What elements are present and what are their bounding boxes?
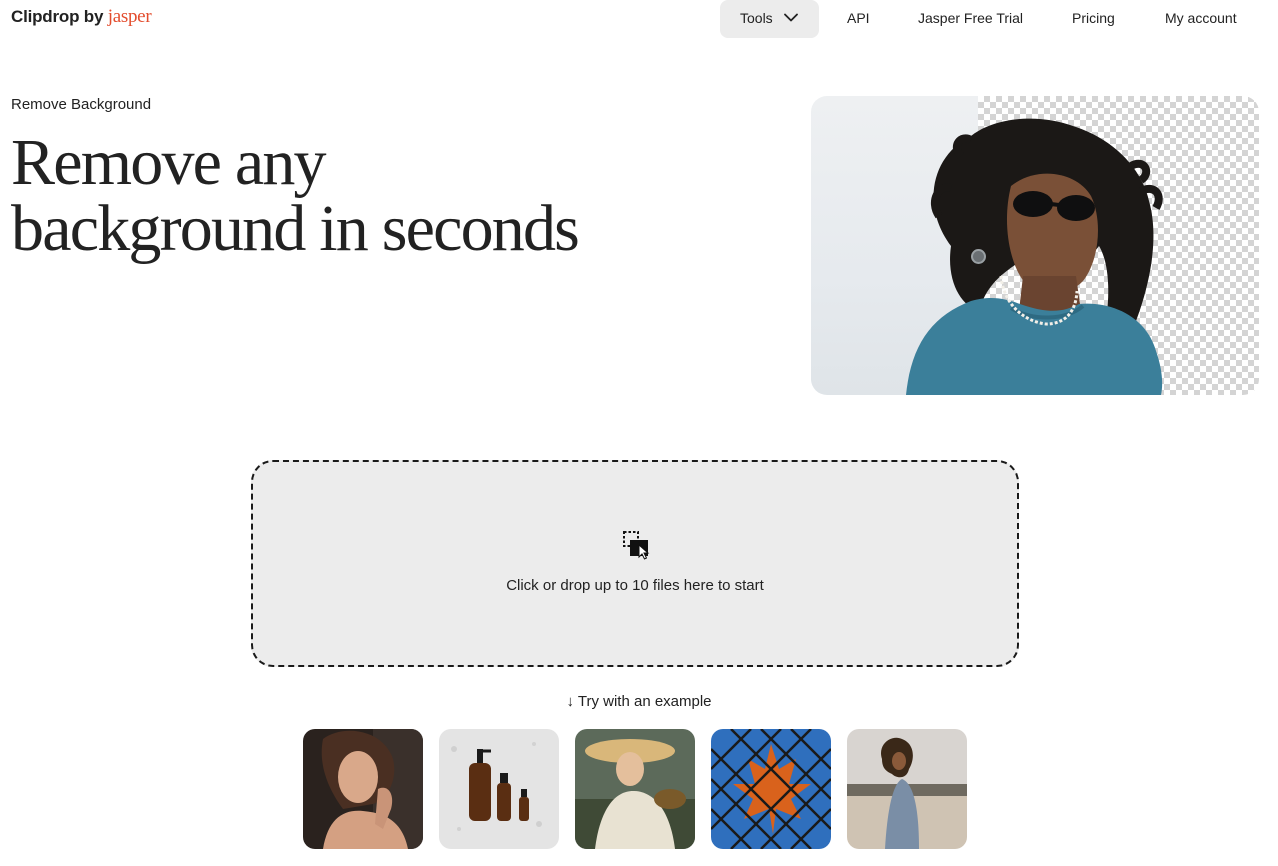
example-leaf-fence[interactable] bbox=[711, 729, 831, 849]
person-cutout-image bbox=[906, 118, 1163, 395]
woman-portrait-image bbox=[303, 729, 423, 849]
tools-label: Tools bbox=[740, 10, 773, 26]
painting-image bbox=[575, 729, 695, 849]
page-title: Remove any background in seconds bbox=[11, 130, 711, 262]
dropzone-instructions: Click or drop up to 10 files here to sta… bbox=[506, 577, 764, 594]
nav-api-link[interactable]: API bbox=[847, 0, 870, 38]
top-nav: Tools API Jasper Free Trial Pricing My a… bbox=[0, 0, 1278, 38]
nav-my-account-link[interactable]: My account bbox=[1165, 0, 1237, 38]
file-dropzone[interactable]: Click or drop up to 10 files here to sta… bbox=[251, 460, 1019, 667]
compare-slider-handle[interactable] bbox=[971, 249, 986, 264]
bottles-image bbox=[439, 729, 559, 849]
site-header: Clipdrop by jasper Tools API Jasper Free… bbox=[0, 0, 1278, 40]
nav-free-trial-link[interactable]: Jasper Free Trial bbox=[918, 0, 1023, 38]
headline-line-1: Remove any bbox=[11, 126, 327, 199]
drop-files-icon bbox=[623, 531, 650, 560]
example-woman-portrait[interactable] bbox=[303, 729, 423, 849]
leaf-fence-image bbox=[711, 729, 831, 849]
try-example-label: ↓ Try with an example bbox=[566, 693, 712, 710]
nav-pricing-link[interactable]: Pricing bbox=[1072, 0, 1115, 38]
headline-line-2: background in seconds bbox=[11, 192, 580, 265]
example-bottles[interactable] bbox=[439, 729, 559, 849]
woman-lake-image bbox=[847, 729, 967, 849]
chevron-down-icon bbox=[784, 13, 798, 22]
tools-menu-button[interactable]: Tools bbox=[720, 0, 819, 38]
before-after-preview[interactable] bbox=[811, 96, 1259, 395]
page-eyebrow: Remove Background bbox=[11, 96, 152, 113]
example-woman-lake[interactable] bbox=[847, 729, 967, 849]
example-painting[interactable] bbox=[575, 729, 695, 849]
